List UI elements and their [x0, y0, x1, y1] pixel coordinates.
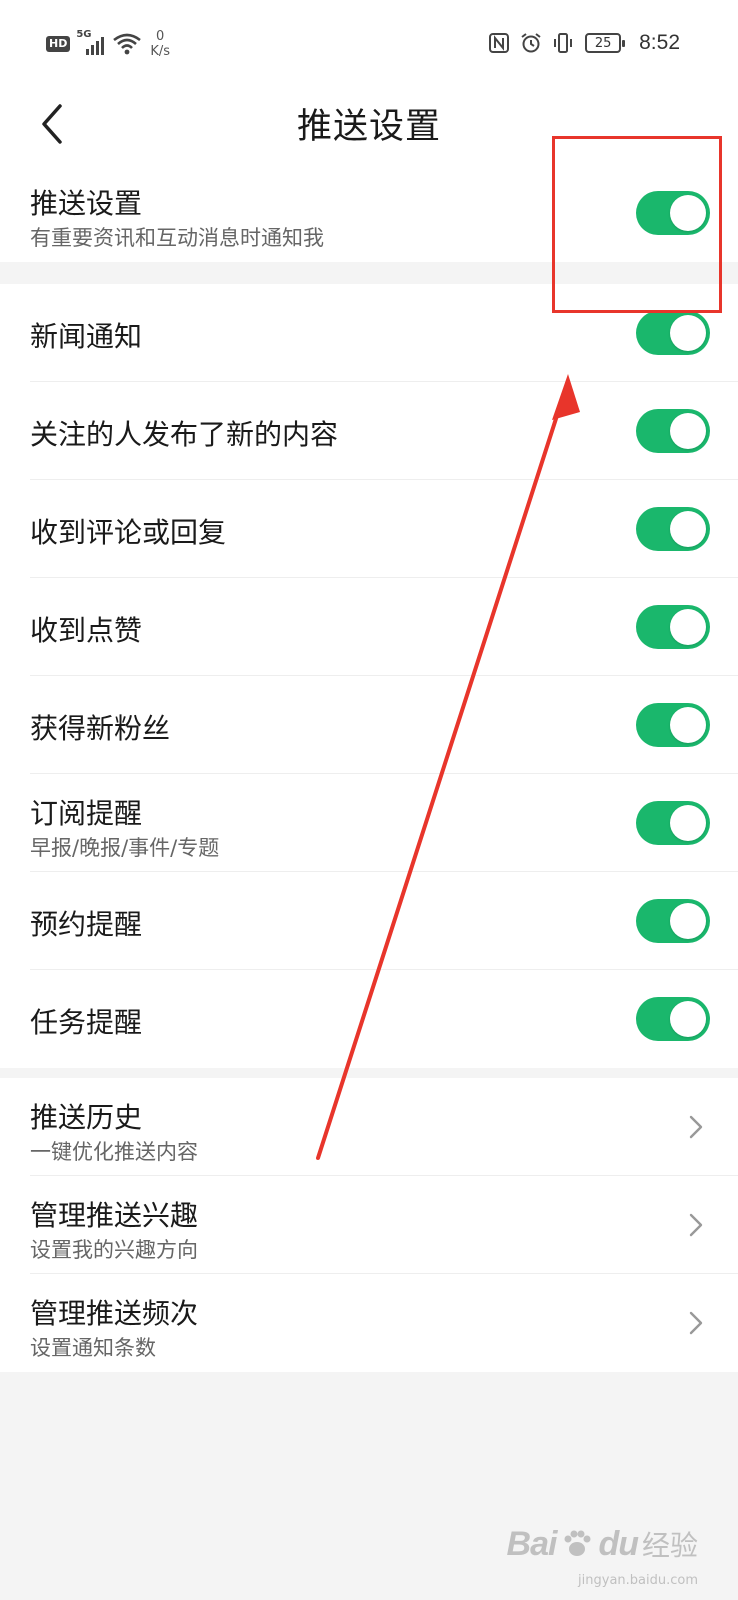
vibrate-icon	[554, 33, 573, 53]
clock: 8:52	[639, 31, 680, 54]
toggle-row-comments[interactable]: 收到评论或回复	[0, 480, 738, 578]
battery-icon: 25	[585, 33, 626, 53]
watermark-logo: Bai du 经验	[507, 1524, 698, 1564]
master-push-title: 推送设置	[30, 187, 143, 220]
link-row-title: 推送历史	[30, 1101, 143, 1134]
link-row-title: 管理推送兴趣	[30, 1199, 199, 1232]
status-left: HD 5G 0 K/s	[46, 24, 170, 64]
network-speed: 0 K/s	[150, 29, 171, 59]
toggle-row-title: 收到点赞	[30, 614, 143, 647]
master-push-subtitle: 有重要资讯和互动消息时通知我	[30, 226, 324, 250]
links-section: 推送历史 一键优化推送内容 管理推送兴趣 设置我的兴趣方向 管理推送频次 设置通…	[0, 1078, 738, 1372]
chevron-right-icon	[689, 1311, 703, 1335]
toggle-row-title: 获得新粉丝	[30, 712, 171, 745]
task-toggle[interactable]	[636, 997, 710, 1041]
wifi-icon	[113, 33, 142, 55]
page-title: 推送设置	[296, 107, 441, 147]
likes-toggle[interactable]	[636, 605, 710, 649]
subscription-toggle[interactable]	[636, 801, 710, 845]
status-bar: HD 5G 0 K/s 25 8:52	[0, 0, 738, 84]
toggle-row-followers[interactable]: 获得新粉丝	[0, 676, 738, 774]
news-toggle[interactable]	[636, 311, 710, 355]
master-push-toggle[interactable]	[636, 191, 710, 235]
toggle-row-title: 收到评论或回复	[30, 516, 227, 549]
link-row-subtitle: 一键优化推送内容	[30, 1140, 198, 1164]
followers-toggle[interactable]	[636, 703, 710, 747]
toggle-row-title: 订阅提醒	[30, 797, 143, 830]
link-row-push-interests[interactable]: 管理推送兴趣 设置我的兴趣方向	[0, 1176, 738, 1274]
watermark-brand: Bai	[506, 1524, 558, 1563]
chevron-right-icon	[689, 1213, 703, 1237]
toggle-row-following[interactable]: 关注的人发布了新的内容	[0, 382, 738, 480]
notification-toggles-section: 新闻通知 关注的人发布了新的内容 收到评论或回复 收到点赞 获得新粉丝 订阅提醒…	[0, 284, 738, 1068]
master-push-row[interactable]: 推送设置 有重要资讯和互动消息时通知我	[0, 164, 738, 262]
watermark-brand-tail: du	[598, 1524, 639, 1563]
toggle-row-news[interactable]: 新闻通知	[0, 284, 738, 382]
paw-icon	[564, 1530, 591, 1556]
toggle-row-title: 任务提醒	[30, 1006, 143, 1039]
following-toggle[interactable]	[636, 409, 710, 453]
hd-badge: HD	[46, 36, 71, 52]
toggle-row-likes[interactable]: 收到点赞	[0, 578, 738, 676]
toggle-row-task[interactable]: 任务提醒	[0, 970, 738, 1068]
toggle-row-subtitle: 早报/晚报/事件/专题	[30, 836, 220, 860]
alarm-icon	[521, 33, 541, 53]
toggle-row-reservation[interactable]: 预约提醒	[0, 872, 738, 970]
link-row-title: 管理推送频次	[30, 1297, 199, 1330]
toggle-row-title: 关注的人发布了新的内容	[30, 418, 339, 451]
watermark-text: 经验	[641, 1530, 698, 1561]
toggle-row-title: 新闻通知	[30, 320, 143, 353]
watermark-url: jingyan.baidu.com	[578, 1573, 698, 1588]
link-row-subtitle: 设置通知条数	[30, 1336, 156, 1360]
nav-bar: 推送设置	[0, 84, 738, 164]
master-section: 推送设置 有重要资讯和互动消息时通知我	[0, 164, 738, 262]
chevron-right-icon	[689, 1115, 703, 1139]
link-row-push-frequency[interactable]: 管理推送频次 设置通知条数	[0, 1274, 738, 1372]
status-right: 25 8:52	[487, 26, 680, 60]
comments-toggle[interactable]	[636, 507, 710, 551]
toggle-row-subscription[interactable]: 订阅提醒 早报/晚报/事件/专题	[0, 774, 738, 872]
signal-icon: 5G	[76, 29, 106, 57]
toggle-row-title: 预约提醒	[30, 908, 143, 941]
link-row-push-history[interactable]: 推送历史 一键优化推送内容	[0, 1078, 738, 1176]
reservation-toggle[interactable]	[636, 899, 710, 943]
link-row-subtitle: 设置我的兴趣方向	[30, 1238, 198, 1262]
nfc-icon	[489, 33, 510, 53]
